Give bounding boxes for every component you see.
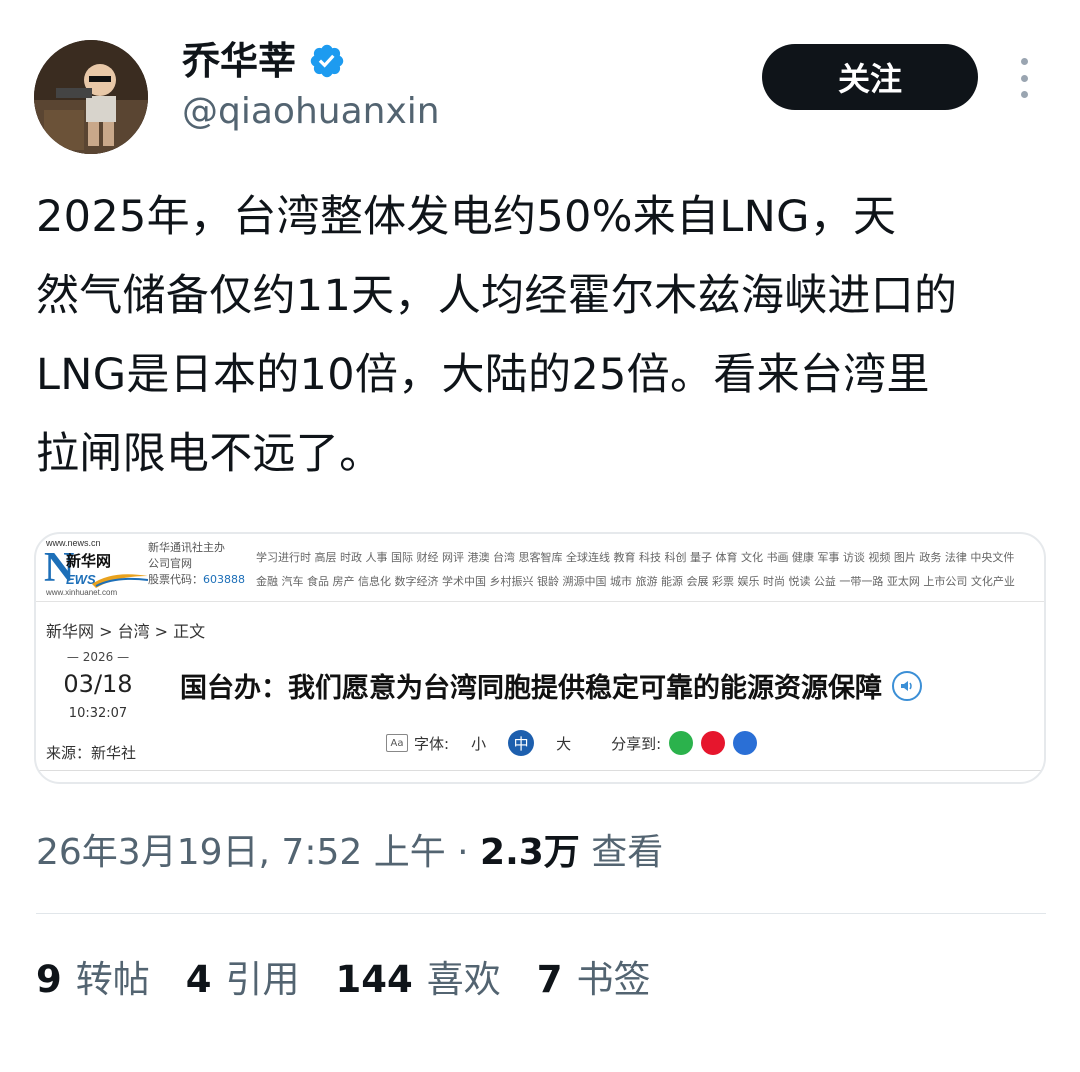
org-line: 公司官网	[148, 557, 192, 570]
quotes-count: 4	[185, 958, 212, 1001]
timestamp[interactable]: 26年3月19日, 7:52 上午 ·	[36, 832, 480, 873]
date-year: 2026	[82, 650, 114, 664]
follow-button[interactable]: 关注	[762, 44, 978, 110]
site-url-alt: www.xinhuanet.com	[46, 588, 118, 597]
stock-code: 603888	[203, 573, 245, 586]
xinhua-logo: www.news.cn N 新华网 EWS www.xinhuanet.com	[44, 538, 148, 598]
divider	[36, 913, 1046, 914]
xinhua-header: www.news.cn N 新华网 EWS www.xinhuanet.com …	[36, 534, 1044, 602]
author-name-row[interactable]: 乔华莘	[182, 36, 346, 86]
bookmarks-count: 7	[536, 958, 563, 1001]
author-display-name[interactable]: 乔华莘	[182, 36, 296, 86]
engagement-stats: 9 转帖 4 引用 144 喜欢 7 书签	[36, 952, 686, 1008]
nav-row: 学习进行时 高层 时政 人事 国际 财经 网评 港澳 台湾 思客智库 全球连线 …	[256, 551, 1015, 564]
font-medium: 中	[508, 730, 535, 756]
reposts-count: 9	[36, 958, 62, 1001]
author-handle[interactable]: @qiaohuanxin	[182, 88, 440, 136]
font-large: 大	[556, 734, 572, 753]
stock-code-row: 股票代码：603888	[148, 572, 245, 588]
speaker-icon	[892, 670, 922, 701]
date-day: 03/18	[63, 670, 133, 698]
views-label: 查看	[579, 832, 664, 873]
article-date: — 2026 — 03/18 10:32:07	[46, 650, 150, 721]
font-size-icon: Aa	[386, 734, 408, 752]
reposts-stat[interactable]: 9 转帖	[36, 952, 150, 1008]
quotes-label: 引用	[225, 958, 300, 1001]
article-source: 来源：新华社	[46, 744, 137, 762]
likes-count: 144	[335, 958, 413, 1001]
tweet-text: 2025年，台湾整体发电约50%来自LNG，天 然气储备仅约11天，人均经霍尔木…	[36, 178, 1046, 494]
site-name: 新华网	[66, 552, 112, 570]
tweet-text-line: 2025年，台湾整体发电约50%来自LNG，天	[36, 192, 897, 242]
mobile-icon	[733, 731, 758, 755]
likes-stat[interactable]: 144 喜欢	[336, 952, 501, 1008]
avatar[interactable]	[34, 40, 148, 154]
font-small: 小	[471, 734, 487, 753]
likes-label: 喜欢	[426, 958, 501, 1001]
share-label: 分享到:	[611, 734, 662, 753]
views-count: 2.3万	[480, 832, 580, 873]
tweet-text-line: LNG是日本的10倍，大陆的25倍。看来台湾里	[36, 350, 930, 400]
attached-image-card[interactable]: www.news.cn N 新华网 EWS www.xinhuanet.com …	[34, 532, 1046, 784]
article-headline: 国台办：我们愿意为台湾同胞提供稳定可靠的能源资源保障	[180, 666, 922, 705]
stock-code-label: 股票代码：	[148, 573, 203, 586]
nav-row: 金融 汽车 食品 房产 信息化 数字经济 学术中国 乡村振兴 银龄 溯源中国 城…	[256, 575, 1015, 588]
tweet-text-line: 拉闸限电不远了。	[36, 429, 383, 479]
tweet-text-line: 然气储备仅约11天，人均经霍尔木兹海峡进口的	[36, 271, 958, 321]
org-info: 新华通讯社主办 公司官网 股票代码：603888	[148, 540, 245, 588]
wechat-icon	[669, 731, 694, 755]
breadcrumb: 新华网 > 台湾 > 正文	[46, 622, 206, 641]
quotes-stat[interactable]: 4 引用	[186, 952, 300, 1008]
more-options-icon[interactable]	[1014, 58, 1034, 98]
tweet-meta: 26年3月19日, 7:52 上午 · 2.3万 查看	[36, 826, 663, 880]
logo-swoosh-icon	[92, 574, 148, 588]
org-line: 新华通讯社主办	[148, 541, 225, 554]
verified-badge-icon	[310, 44, 344, 78]
font-size-label: 字体:	[414, 734, 450, 753]
article-tools: Aa 字体: 小 中 大 分享到:	[386, 730, 758, 756]
article-headline-text: 国台办：我们愿意为台湾同胞提供稳定可靠的能源资源保障	[180, 673, 882, 704]
reposts-label: 转帖	[75, 958, 150, 1001]
bookmarks-stat[interactable]: 7 书签	[537, 952, 651, 1008]
date-time: 10:32:07	[68, 706, 128, 721]
weibo-icon	[701, 731, 726, 755]
site-nav-links: 学习进行时 高层 时政 人事 国际 财经 网评 港澳 台湾 思客智库 全球连线 …	[256, 546, 1044, 594]
bookmarks-label: 书签	[576, 958, 651, 1001]
divider	[36, 770, 1044, 771]
